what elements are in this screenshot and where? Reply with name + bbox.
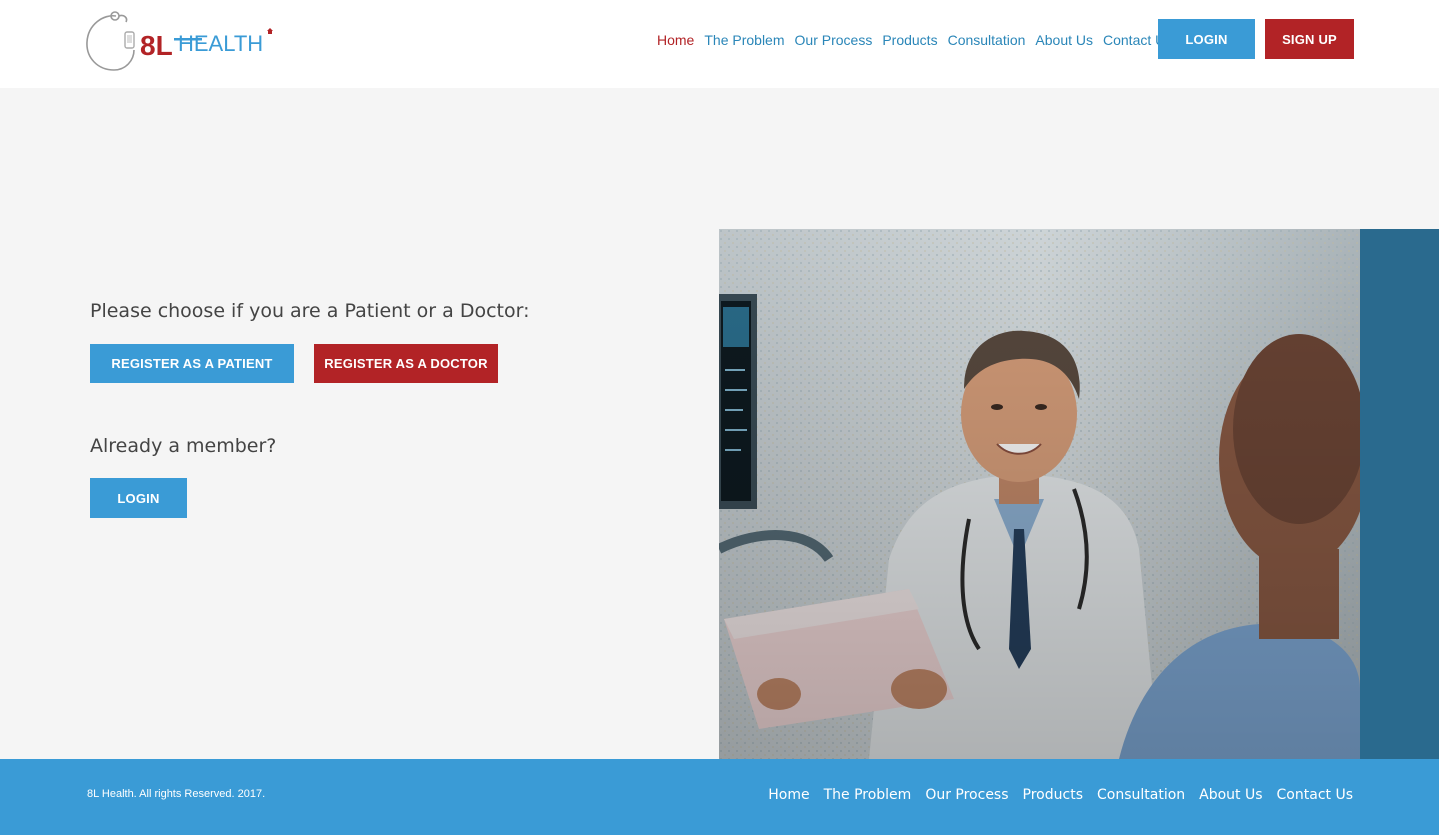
logo[interactable]: 8L HEALTH (84, 10, 284, 72)
choose-role-heading: Please choose if you are a Patient or a … (90, 300, 530, 322)
site-footer: 8L Health. All rights Reserved. 2017. Ho… (0, 759, 1439, 835)
header-signup-button[interactable]: SIGN UP (1265, 19, 1354, 59)
header-login-button[interactable]: LOGIN (1158, 19, 1255, 59)
stethoscope-logo-icon: 8L HEALTH (86, 11, 273, 71)
hero-accent-bar (1360, 229, 1439, 759)
nav-products[interactable]: Products (882, 31, 937, 49)
nav-home[interactable]: Home (657, 31, 694, 49)
register-doctor-button[interactable]: REGISTER AS A DOCTOR (314, 344, 498, 383)
footer-nav-home[interactable]: Home (768, 787, 809, 803)
footer-nav-products[interactable]: Products (1023, 787, 1083, 803)
register-patient-button[interactable]: REGISTER AS A PATIENT (90, 344, 294, 383)
hero-image (719, 229, 1439, 759)
footer-nav-our-process[interactable]: Our Process (925, 787, 1008, 803)
footer-nav-contact-us[interactable]: Contact Us (1277, 787, 1353, 803)
already-member-heading: Already a member? (90, 435, 277, 457)
nav-about-us[interactable]: About Us (1035, 31, 1093, 49)
logo-health-text: HEALTH (178, 31, 263, 56)
site-header: 8L HEALTH Home The Problem Our Process P… (0, 0, 1439, 88)
member-login-button[interactable]: LOGIN (90, 478, 187, 518)
footer-nav-consultation[interactable]: Consultation (1097, 787, 1185, 803)
nav-the-problem[interactable]: The Problem (704, 31, 784, 49)
footer-nav: Home The Problem Our Process Products Co… (754, 787, 1353, 803)
logo-8l-text: 8L (140, 30, 173, 61)
footer-nav-about-us[interactable]: About Us (1199, 787, 1262, 803)
nav-our-process[interactable]: Our Process (795, 31, 873, 49)
copyright-text: 8L Health. All rights Reserved. 2017. (87, 788, 266, 800)
footer-nav-the-problem[interactable]: The Problem (824, 787, 912, 803)
main-nav: Home The Problem Our Process Products Co… (657, 31, 1182, 49)
nav-consultation[interactable]: Consultation (948, 31, 1026, 49)
doctor-with-patient-photo (719, 229, 1360, 759)
